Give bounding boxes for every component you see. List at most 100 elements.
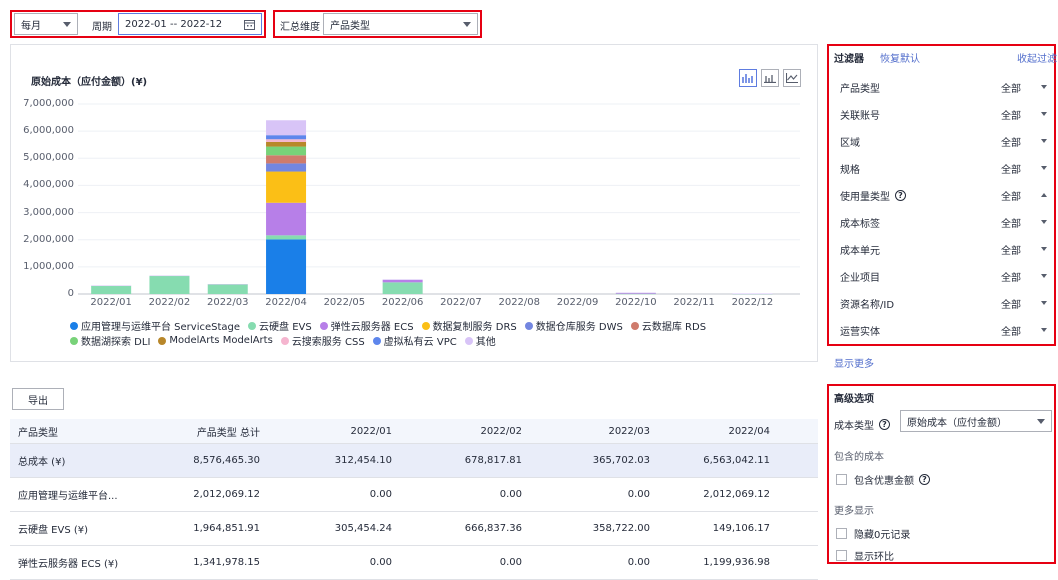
bar-segment[interactable] [615, 292, 656, 294]
hide-zero-checkbox[interactable]: 隐藏0元记录 [836, 526, 910, 541]
bar-segment[interactable] [207, 284, 248, 294]
table-cell: 2,012,069.12 [703, 489, 770, 500]
bar-segment[interactable] [266, 139, 307, 142]
bar-segment[interactable] [382, 279, 423, 283]
table-row[interactable]: 应用管理与运维平台... 2,012,069.12 0.00 0.00 0.00 2,01… [10, 478, 818, 512]
filter-value[interactable]: 全部 [1001, 269, 1021, 284]
x-tick-label: 2022/08 [498, 297, 541, 308]
bar-segment[interactable] [266, 141, 307, 147]
chevron-down-icon[interactable] [1041, 139, 1047, 143]
legend-item[interactable]: 数据仓库服务 DWS [524, 318, 623, 333]
legend-item[interactable]: ModelArts ModelArts [158, 333, 273, 348]
filter-row[interactable]: 资源名称/ID 全部 [830, 290, 1052, 316]
bar-segment[interactable] [266, 163, 307, 172]
checkbox-box[interactable] [836, 550, 847, 561]
chevron-down-icon[interactable] [1041, 220, 1047, 224]
chevron-down-icon[interactable] [1041, 301, 1047, 305]
bar-segment[interactable] [266, 202, 307, 236]
table-cell: 365,702.03 [592, 455, 650, 466]
filter-row[interactable]: 成本单元 全部 [830, 236, 1052, 262]
x-tick-label: 2022/06 [381, 297, 424, 308]
bar-segment[interactable] [91, 285, 132, 294]
legend-item[interactable]: 数据复制服务 DRS [421, 318, 517, 333]
show-more-link[interactable]: 显示更多 [834, 355, 874, 370]
bar-segment[interactable] [266, 155, 307, 164]
chevron-up-icon[interactable] [1041, 193, 1047, 197]
filter-row[interactable]: 运营实体 全部 [830, 317, 1052, 343]
table-row[interactable]: 总成本 (¥) 8,576,465.30 312,454.10 678,817.81 3… [10, 444, 818, 478]
x-tick-label: 2022/03 [206, 297, 249, 308]
legend-item[interactable]: 云数据库 RDS [630, 318, 706, 333]
table-cell: 1,964,851.91 [193, 523, 260, 534]
filter-value[interactable]: 全部 [1001, 107, 1021, 122]
table-cell: 0.00 [627, 557, 650, 568]
filter-value[interactable]: 全部 [1001, 242, 1021, 257]
legend-item[interactable]: 虚拟私有云 VPC [372, 333, 457, 348]
bar-segment[interactable] [382, 279, 423, 280]
bar-segment[interactable] [149, 275, 190, 294]
filter-value[interactable]: 全部 [1001, 134, 1021, 149]
legend-item[interactable]: 云搜索服务 CSS [280, 333, 365, 348]
bar-segment[interactable] [266, 239, 307, 294]
legend-item[interactable]: 应用管理与运维平台 ServiceStage [70, 318, 240, 333]
checkbox-box[interactable] [836, 528, 847, 539]
filter-value[interactable]: 全部 [1001, 80, 1021, 95]
legend-dot-icon [248, 321, 257, 330]
filter-value[interactable]: 全部 [1001, 323, 1021, 338]
legend-item[interactable]: 其他 [464, 333, 496, 348]
cost-type-label: 成本类型 ? [834, 417, 890, 432]
bar-segment[interactable] [207, 284, 248, 285]
bar-segment[interactable] [266, 120, 307, 136]
collapse-filters-link[interactable]: 收起过滤 [1017, 50, 1057, 65]
help-icon[interactable]: ? [879, 419, 890, 430]
filter-value[interactable]: 全部 [1001, 188, 1021, 203]
cost-type-value: 原始成本（应付金额） [907, 417, 1007, 429]
bar-segment[interactable] [266, 171, 307, 203]
bar-segment[interactable] [91, 285, 132, 287]
bar-segment[interactable] [266, 146, 307, 156]
filter-row[interactable]: 企业项目 全部 [830, 263, 1052, 289]
cost-type-select[interactable]: 原始成本（应付金额） [900, 410, 1052, 432]
table-row[interactable]: 弹性云服务器 ECS (¥) 1,341,978.15 0.00 0.00 0.00 1,… [10, 546, 818, 580]
chevron-down-icon[interactable] [1041, 85, 1047, 89]
chevron-down-icon[interactable] [1041, 112, 1047, 116]
advanced-title: 高级选项 [834, 394, 874, 405]
filter-row[interactable]: 使用量类型? 全部 [830, 182, 1052, 208]
x-tick-label: 2022/05 [323, 297, 366, 308]
bar-segment[interactable] [615, 293, 656, 295]
table-cell: 总成本 (¥) [18, 457, 66, 468]
filter-value[interactable]: 全部 [1001, 215, 1021, 230]
legend-dot-icon [421, 321, 430, 330]
column-header: 产品类型 总计 [196, 427, 260, 439]
chevron-down-icon[interactable] [1041, 166, 1047, 170]
checkbox-box[interactable] [836, 474, 847, 485]
filter-row[interactable]: 关联账号 全部 [830, 101, 1052, 127]
bar-segment[interactable] [149, 275, 190, 277]
table-row[interactable]: 云硬盘 EVS (¥) 1,964,851.91 305,454.24 666,837… [10, 512, 818, 546]
chevron-down-icon[interactable] [1041, 274, 1047, 278]
table-cell: 0.00 [369, 489, 392, 500]
reset-filters-link[interactable]: 恢复默认 [880, 50, 920, 65]
help-icon[interactable]: ? [895, 189, 906, 201]
filter-row[interactable]: 成本标签 全部 [830, 209, 1052, 235]
filter-label: 区域 [840, 137, 860, 149]
filter-row[interactable]: 规格 全部 [830, 155, 1052, 181]
filter-row[interactable]: 区域 全部 [830, 128, 1052, 154]
chevron-down-icon[interactable] [1041, 247, 1047, 251]
bar-segment[interactable] [732, 293, 773, 295]
help-icon[interactable]: ? [919, 474, 930, 485]
table-cell: 0.00 [499, 557, 522, 568]
export-button[interactable]: 导出 [12, 388, 64, 410]
filter-value[interactable]: 全部 [1001, 296, 1021, 311]
bar-segment[interactable] [382, 282, 423, 294]
legend-item[interactable]: 弹性云服务器 ECS [319, 318, 414, 333]
legend-item[interactable]: 云硬盘 EVS [248, 318, 312, 333]
chevron-down-icon[interactable] [1041, 328, 1047, 332]
bar-segment[interactable] [266, 235, 307, 240]
filter-row[interactable]: 产品类型 全部 [830, 74, 1052, 100]
filter-value[interactable]: 全部 [1001, 161, 1021, 176]
include-discount-checkbox[interactable]: 包含优惠金额 ? [836, 472, 930, 487]
x-tick-label: 2022/02 [148, 297, 191, 308]
legend-item[interactable]: 数据湖探索 DLI [70, 333, 150, 348]
bar-segment[interactable] [266, 135, 307, 140]
